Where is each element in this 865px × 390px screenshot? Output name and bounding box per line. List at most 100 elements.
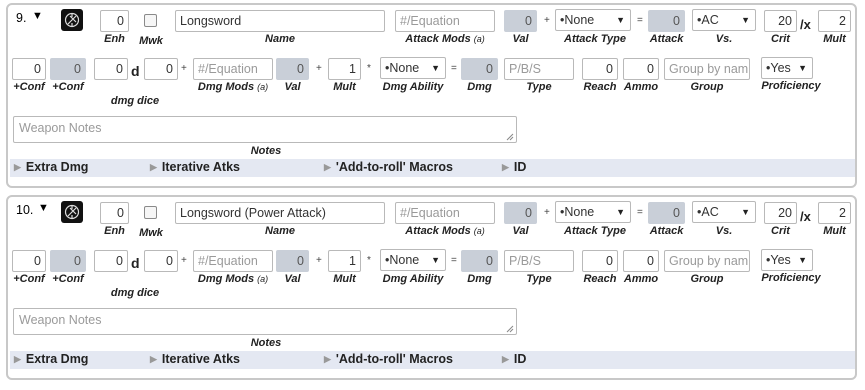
section-extra-dmg[interactable]: ▶ Extra Dmg (14, 352, 88, 366)
section-label: 'Add-to-roll' Macros (335, 160, 453, 174)
plus-sign: + (544, 15, 550, 26)
proficiency-select[interactable]: •Yes ▼ (761, 249, 813, 271)
dmg-dice-sides-input[interactable]: 0 (144, 250, 178, 272)
dmg-dice-count-input[interactable]: 0 (94, 250, 128, 272)
type-label: Type (526, 81, 552, 93)
dmg-mult-input[interactable]: 1 (328, 58, 361, 80)
proficiency-label: Proficiency (761, 80, 821, 92)
attack-val-readonly: 0 (504, 202, 537, 224)
group-input[interactable]: Group by nam (664, 58, 750, 80)
attack-mods-label: Attack Mods (a) (405, 225, 485, 237)
plus-conf-input[interactable]: 0 (12, 58, 46, 80)
plus-conf-input[interactable]: 0 (12, 250, 46, 272)
dmg-mods-input[interactable]: #/Equation (193, 58, 273, 80)
weapon-index: 9. (16, 11, 27, 25)
vs-select[interactable]: •AC ▼ (692, 201, 756, 223)
dropdown-arrow-icon: ▼ (616, 15, 625, 25)
crit-mult-input[interactable]: 2 (818, 202, 851, 224)
dmg-ability-label: Dmg Ability (382, 273, 444, 285)
enh-input[interactable]: 0 (100, 10, 129, 32)
caret-down-icon[interactable]: ▼ (38, 202, 49, 214)
expand-arrow-icon: ▶ (502, 354, 509, 364)
attack-type-select[interactable]: •None ▼ (555, 201, 631, 223)
attack-mods-label: Attack Mods (a) (405, 33, 485, 45)
reach-input[interactable]: 0 (582, 250, 618, 272)
dmg-dice-sides-input[interactable]: 0 (144, 58, 178, 80)
reach-input[interactable]: 0 (582, 58, 618, 80)
attack-type-value: •None (560, 13, 595, 27)
mwk-checkbox[interactable] (144, 206, 157, 219)
plus-conf-label-2: +Conf (52, 81, 84, 93)
attack-mods-input[interactable]: #/Equation (395, 202, 495, 224)
dmg-mods-label: Dmg Mods (a) (197, 273, 269, 285)
dmg-ability-value: •None (385, 61, 420, 75)
weapon-name-input[interactable]: Longsword (Power Attack) (175, 202, 385, 224)
section-iterative-atks[interactable]: ▶ Iterative Atks (150, 160, 240, 174)
dmg-type-input[interactable]: P/B/S (504, 250, 574, 272)
expand-arrow-icon: ▶ (324, 354, 331, 364)
vs-value: •AC (697, 13, 719, 27)
section-add-to-roll-macros[interactable]: ▶ 'Add-to-roll' Macros (324, 352, 453, 366)
resize-grip-icon[interactable] (506, 325, 514, 333)
dmg-mods-input[interactable]: #/Equation (193, 250, 273, 272)
crit-input[interactable]: 20 (764, 10, 797, 32)
crit-x-sign: /x (800, 17, 811, 32)
crit-input[interactable]: 20 (764, 202, 797, 224)
dmg-val-label: Val (284, 273, 301, 285)
attack-type-select[interactable]: •None ▼ (555, 9, 631, 31)
enh-input[interactable]: 0 (100, 202, 129, 224)
dmg-mult-label: Mult (333, 273, 356, 285)
plus-sign: + (316, 255, 322, 266)
section-extra-dmg[interactable]: ▶ Extra Dmg (14, 160, 88, 174)
equals-sign: = (451, 255, 457, 266)
section-iterative-atks[interactable]: ▶ Iterative Atks (150, 352, 240, 366)
dmg-val-readonly: 0 (276, 250, 309, 272)
mwk-checkbox[interactable] (144, 14, 157, 27)
crit-label: Crit (771, 225, 790, 237)
weapon-name-input[interactable]: Longsword (175, 10, 385, 32)
name-label: Name (265, 225, 295, 237)
equals-sign: = (451, 63, 457, 74)
attack-mods-input[interactable]: #/Equation (395, 10, 495, 32)
ammo-input[interactable]: 0 (623, 250, 659, 272)
attack-type-label: Attack Type (564, 33, 626, 45)
section-id[interactable]: ▶ ID (502, 160, 526, 174)
section-id[interactable]: ▶ ID (502, 352, 526, 366)
dmg-mult-label: Mult (333, 81, 356, 93)
weapon-notes-textarea[interactable]: Weapon Notes (13, 116, 517, 143)
plus-conf-label: +Conf (13, 81, 45, 93)
dmg-label: Dmg (467, 273, 492, 285)
val-label: Val (512, 225, 529, 237)
weapon-notes-textarea[interactable]: Weapon Notes (13, 308, 517, 335)
caret-down-icon[interactable]: ▼ (32, 10, 43, 22)
expand-arrow-icon: ▶ (324, 162, 331, 172)
plus-sign: + (544, 207, 550, 218)
dmg-dice-count-input[interactable]: 0 (94, 58, 128, 80)
notes-label: Notes (250, 337, 282, 349)
crit-label: Crit (771, 33, 790, 45)
plus-sign: + (316, 63, 322, 74)
dmg-ability-select[interactable]: •None ▼ (380, 249, 446, 271)
proficiency-select[interactable]: •Yes ▼ (761, 57, 813, 79)
vs-select[interactable]: •AC ▼ (692, 9, 756, 31)
weapon-emblem-icon (61, 9, 83, 31)
dmg-type-input[interactable]: P/B/S (504, 58, 574, 80)
reach-label: Reach (583, 273, 617, 285)
mwk-label: Mwk (139, 35, 163, 47)
expand-arrow-icon: ▶ (150, 354, 157, 364)
group-input[interactable]: Group by nam (664, 250, 750, 272)
attack-label: Attack (649, 225, 684, 237)
weapon-emblem-icon (61, 201, 83, 223)
plus-conf-readonly: 0 (50, 58, 86, 80)
dmg-ability-select[interactable]: •None ▼ (380, 57, 446, 79)
proficiency-value: •Yes (766, 61, 791, 75)
dropdown-arrow-icon: ▼ (741, 15, 750, 25)
attack-val-readonly: 0 (504, 10, 537, 32)
section-add-to-roll-macros[interactable]: ▶ 'Add-to-roll' Macros (324, 160, 453, 174)
crit-mult-input[interactable]: 2 (818, 10, 851, 32)
mult-label: Mult (823, 33, 846, 45)
dmg-dice-label: dmg dice (110, 95, 160, 107)
ammo-input[interactable]: 0 (623, 58, 659, 80)
dmg-mult-input[interactable]: 1 (328, 250, 361, 272)
resize-grip-icon[interactable] (506, 133, 514, 141)
